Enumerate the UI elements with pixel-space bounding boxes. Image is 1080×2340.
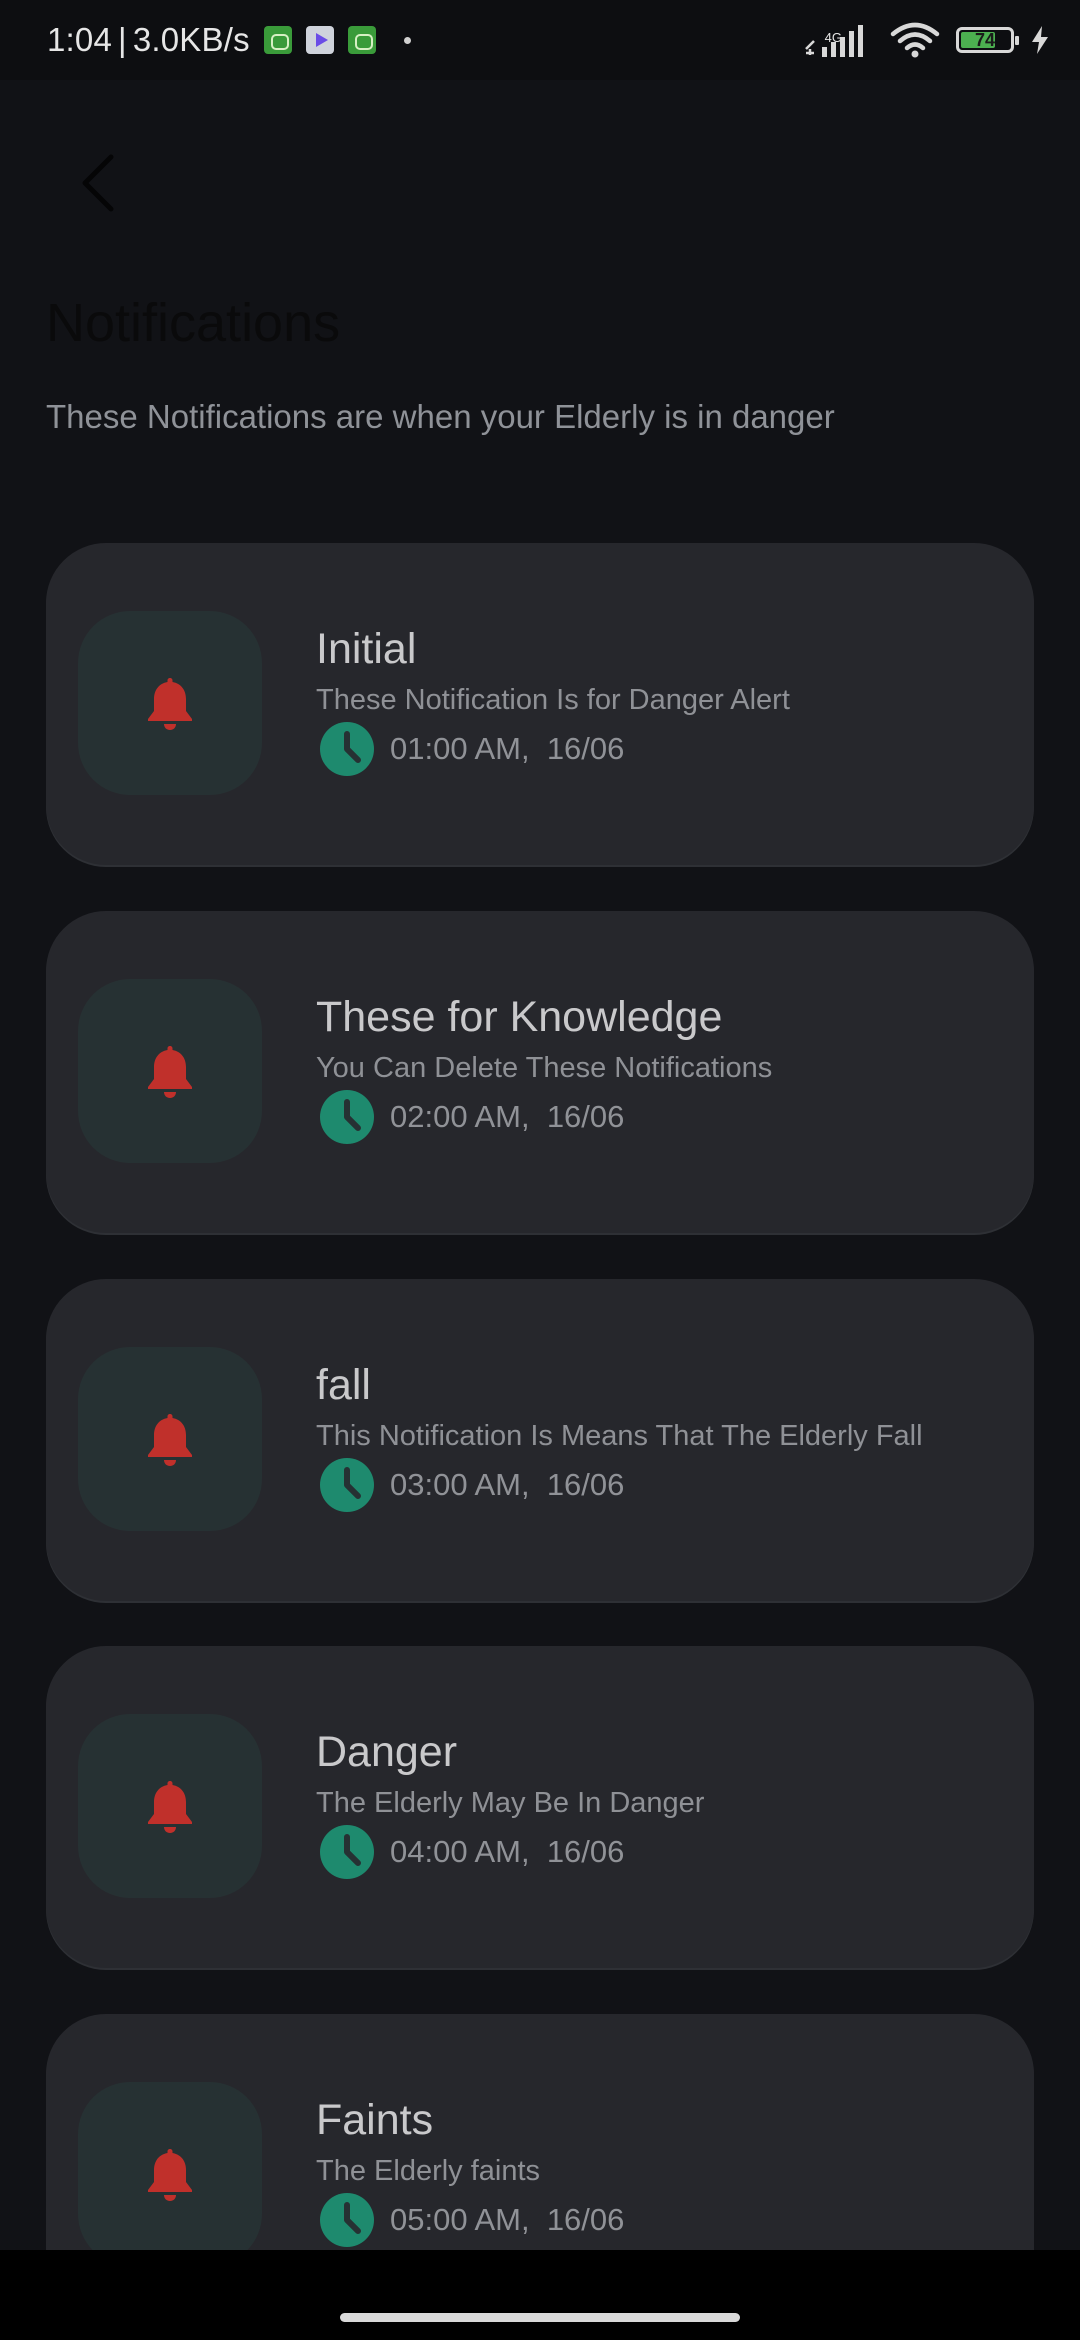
status-bar: 1:04 | 3.0KB/s 4G 74 bbox=[0, 0, 1080, 80]
status-net-speed: 3.0KB/s bbox=[132, 21, 250, 58]
app-notification-icon bbox=[263, 26, 292, 54]
clock-icon bbox=[320, 722, 374, 776]
page-title: Notifications bbox=[46, 293, 341, 353]
notification-card[interactable]: Initial These Notification Is for Danger… bbox=[46, 543, 1034, 865]
notification-description: The Elderly faints bbox=[316, 2155, 541, 2187]
bell-icon bbox=[148, 2149, 192, 2201]
battery-icon: 74 bbox=[956, 27, 1019, 53]
notification-time-row: 04:00 AM, 16/06 bbox=[320, 1824, 624, 1880]
notification-icon-box bbox=[78, 979, 262, 1163]
notification-title: Initial bbox=[316, 625, 417, 673]
chevron-left-icon bbox=[82, 154, 114, 212]
notification-icon-box bbox=[78, 2082, 262, 2250]
home-indicator[interactable] bbox=[340, 2313, 740, 2322]
notification-description: You Can Delete These Notifications bbox=[316, 1052, 773, 1084]
notification-time-row: 05:00 AM, 16/06 bbox=[320, 2192, 624, 2248]
clock-icon bbox=[320, 2193, 374, 2247]
dot-icon bbox=[403, 36, 411, 44]
notification-time: 01:00 AM, 16/06 bbox=[390, 731, 625, 766]
notification-description: These Notification Is for Danger Alert bbox=[316, 684, 790, 716]
wifi-icon bbox=[890, 22, 940, 58]
notification-icon-box bbox=[78, 1347, 262, 1531]
bell-icon bbox=[148, 678, 192, 730]
notification-time-row: 02:00 AM, 16/06 bbox=[320, 1089, 624, 1145]
clock-icon bbox=[320, 1458, 374, 1512]
notification-time: 05:00 AM, 16/06 bbox=[390, 2202, 625, 2237]
status-separator: | bbox=[118, 21, 127, 58]
signal-icon bbox=[805, 25, 863, 57]
status-right: 74 bbox=[804, 20, 1050, 60]
notification-time-row: 03:00 AM, 16/06 bbox=[320, 1457, 624, 1513]
notification-title: fall bbox=[316, 1361, 371, 1409]
notification-card[interactable]: Danger The Elderly May Be In Danger 04:0… bbox=[46, 1646, 1034, 1968]
navigation-bar bbox=[0, 2250, 1080, 2340]
notification-time: 03:00 AM, 16/06 bbox=[390, 1467, 625, 1502]
notification-card[interactable]: These for Knowledge You Can Delete These… bbox=[46, 911, 1034, 1233]
bell-icon bbox=[148, 1046, 192, 1098]
notification-title: Danger bbox=[316, 1728, 458, 1776]
notification-icon-box bbox=[78, 1714, 262, 1898]
battery-level: 74 bbox=[974, 29, 996, 50]
play-store-icon bbox=[305, 26, 334, 54]
status-left: 1:04 | 3.0KB/s bbox=[47, 20, 411, 60]
notification-time-row: 01:00 AM, 16/06 bbox=[320, 721, 624, 777]
notification-card[interactable]: fall This Notification Is Means That The… bbox=[46, 1279, 1034, 1601]
notification-description: The Elderly May Be In Danger bbox=[316, 1787, 705, 1819]
status-time: 1:04 bbox=[47, 21, 113, 58]
app-notification-icon bbox=[347, 26, 376, 54]
clock-icon bbox=[320, 1825, 374, 1879]
notification-title: These for Knowledge bbox=[316, 993, 723, 1041]
notification-title: Faints bbox=[316, 2096, 434, 2144]
clock-icon bbox=[320, 1090, 374, 1144]
back-button[interactable] bbox=[62, 148, 132, 218]
bell-icon bbox=[148, 1414, 192, 1466]
notification-time: 04:00 AM, 16/06 bbox=[390, 1834, 625, 1869]
notification-description: This Notification Is Means That The Elde… bbox=[316, 1420, 923, 1452]
notification-list[interactable]: Initial These Notification Is for Danger… bbox=[0, 520, 1080, 2250]
charging-icon bbox=[1032, 26, 1048, 54]
notification-icon-box bbox=[78, 611, 262, 795]
notification-card[interactable]: Faints The Elderly faints 05:00 AM, 16/0… bbox=[46, 2014, 1034, 2250]
bell-icon bbox=[148, 1781, 192, 1833]
notification-time: 02:00 AM, 16/06 bbox=[390, 1099, 625, 1134]
page-subtitle: These Notifications are when your Elderl… bbox=[46, 398, 835, 435]
